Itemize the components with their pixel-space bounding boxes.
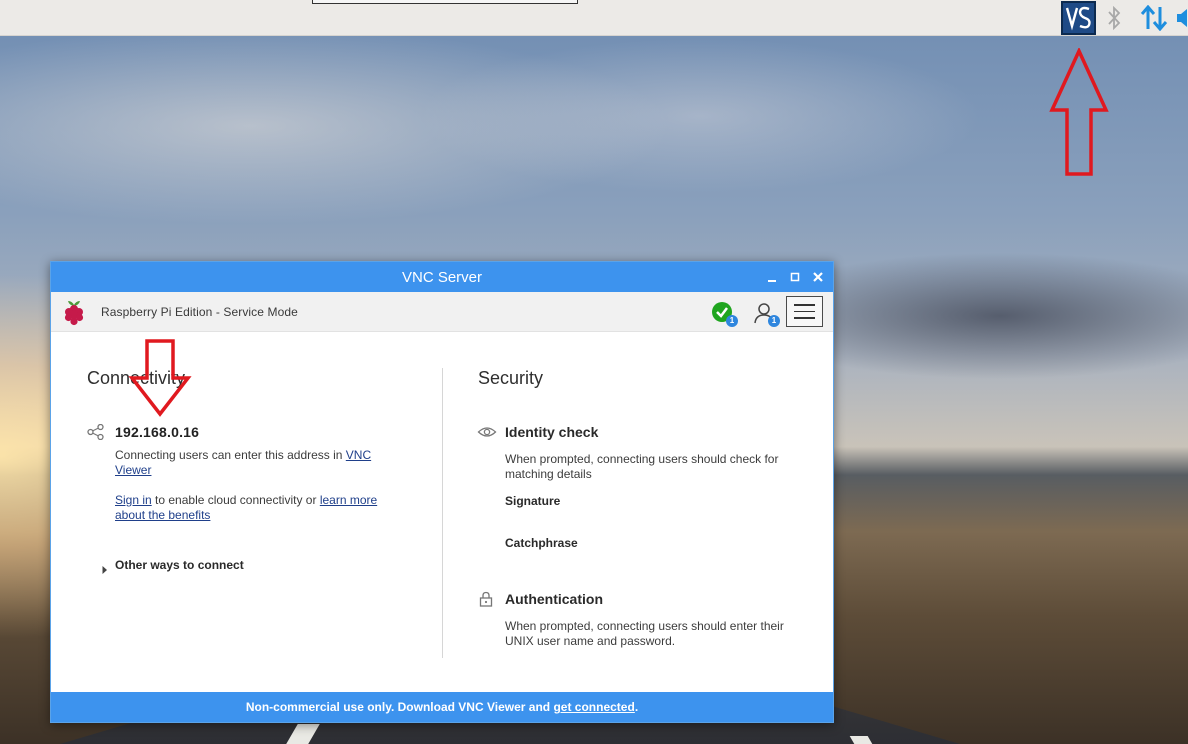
lock-icon <box>479 591 493 607</box>
signature-label: Signature <box>505 494 561 508</box>
top-taskbar <box>0 0 1188 36</box>
bluetooth-icon[interactable] <box>1104 5 1124 31</box>
close-icon[interactable] <box>809 268 827 286</box>
raspberry-pi-logo-icon <box>59 297 89 327</box>
annotation-arrow-up <box>1049 48 1109 176</box>
footer-text: Non-commercial use only. Download VNC Vi… <box>245 700 554 714</box>
authentication-heading: Authentication <box>505 591 603 607</box>
footer-banner: Non-commercial use only. Download VNC Vi… <box>51 692 833 722</box>
users-badge: 1 <box>768 315 780 327</box>
other-ways-to-connect[interactable]: Other ways to connect <box>115 558 244 572</box>
volume-icon[interactable] <box>1176 5 1188 31</box>
maximize-icon[interactable] <box>786 268 804 286</box>
catchphrase-label: Catchphrase <box>505 536 578 550</box>
annotation-arrow-down <box>128 339 192 417</box>
network-transfer-icon[interactable] <box>1140 5 1168 31</box>
column-divider <box>442 368 443 658</box>
minimize-icon[interactable] <box>763 268 781 286</box>
edition-label: Raspberry Pi Edition - Service Mode <box>101 305 298 319</box>
window-titlebar[interactable]: VNC Server <box>51 262 833 292</box>
sign-in-link[interactable]: Sign in <box>115 493 152 507</box>
connectivity-description: Connecting users can enter this address … <box>115 448 405 478</box>
cloud-connectivity-text: Sign in to enable cloud connectivity or … <box>115 493 405 523</box>
identity-check-description: When prompted, connecting users should c… <box>505 452 779 481</box>
connected-users-icon[interactable]: 1 <box>753 301 780 327</box>
hamburger-menu-icon[interactable] <box>786 296 823 327</box>
server-status-check-icon[interactable]: 1 <box>711 301 738 327</box>
window-title: VNC Server <box>401 269 483 286</box>
vnc-server-window: VNC Server Raspberry Pi Edition - Servic… <box>50 261 834 723</box>
ip-address[interactable]: 192.168.0.16 <box>115 424 199 440</box>
expand-triangle-icon[interactable] <box>101 560 109 574</box>
taskbar-window-button[interactable] <box>312 0 578 4</box>
road-lane-marking <box>849 736 873 744</box>
cloud-connectivity-middle-text: to enable cloud connectivity or <box>151 493 320 507</box>
get-connected-link[interactable]: get connected <box>553 700 634 714</box>
identity-check-heading: Identity check <box>505 424 599 440</box>
eye-icon <box>477 424 497 438</box>
connectivity-description-text: Connecting users can enter this address … <box>115 448 346 462</box>
authentication-description: When prompted, connecting users should e… <box>505 619 784 648</box>
footer-suffix: . <box>634 700 639 714</box>
security-heading: Security <box>478 368 544 388</box>
status-badge: 1 <box>726 315 738 327</box>
vnc-tray-icon[interactable] <box>1061 1 1096 35</box>
edition-header: Raspberry Pi Edition - Service Mode 1 1 <box>51 292 833 332</box>
share-icon <box>87 423 105 441</box>
